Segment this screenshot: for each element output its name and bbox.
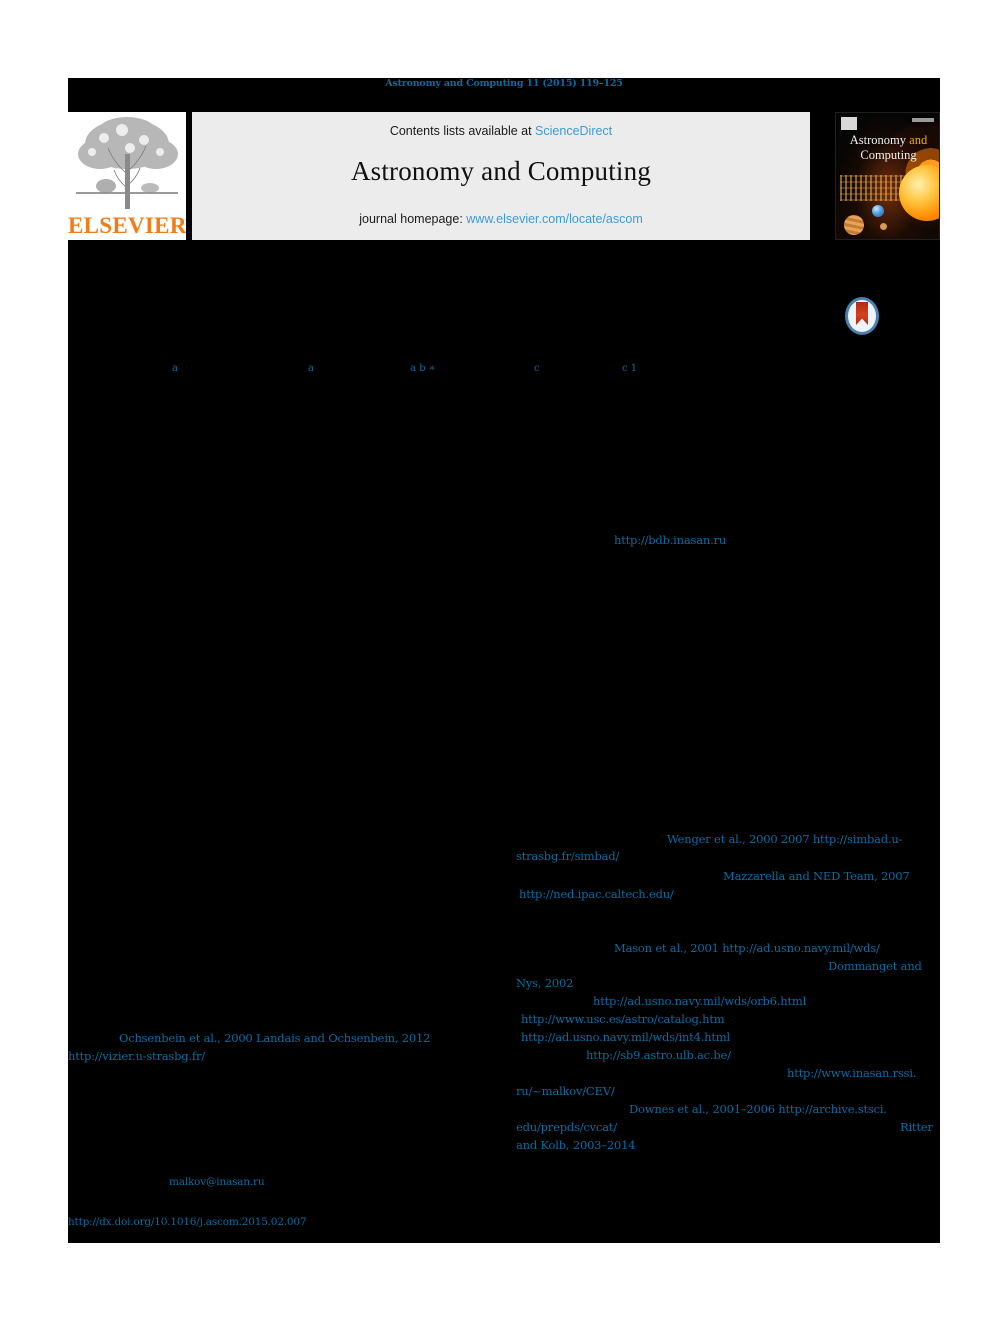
paper-page: Astronomy and Computing 11 (2015) 119–12… <box>0 0 992 1323</box>
reference-link-ochsenbein[interactable]: Ochsenbein et al., 2000 Landais and Ochs… <box>119 1031 430 1045</box>
reference-link-orb6[interactable]: http://ad.usno.navy.mil/wds/orb6.html <box>593 994 806 1008</box>
reference-link-mazzarella[interactable]: Mazzarella and NED Team, 2007 <box>723 869 910 883</box>
cover-title-part1: Astronomy <box>849 133 910 147</box>
affiliation-marker[interactable]: c 1 <box>622 362 637 376</box>
reference-link-inasan2[interactable]: ru/~malkov/CEV/ <box>516 1084 615 1098</box>
cover-title-part3: Computing <box>860 148 917 162</box>
reference-link-kolb[interactable]: and Kolb, 2003–2014 <box>516 1138 636 1152</box>
reference-link-vizier[interactable]: http://vizier.u-strasbg.fr/ <box>68 1049 205 1063</box>
reference-link-mason[interactable]: Mason et al., 2001 http://ad.usno.navy.m… <box>614 941 880 955</box>
reference-link-ritter[interactable]: Ritter <box>900 1120 933 1134</box>
contents-available-line: Contents lists available at ScienceDirec… <box>192 124 810 138</box>
reference-link-wenger[interactable]: Wenger et al., 2000 2007 http://simbad.u… <box>667 832 902 846</box>
reference-link-downes[interactable]: Downes et al., 2001–2006 http://archive.… <box>629 1102 887 1116</box>
reference-link-simbad2[interactable]: strasbg.fr/simbad/ <box>516 849 619 863</box>
affiliation-marker[interactable]: a <box>172 362 178 376</box>
reference-link-dommanget[interactable]: Dommanget and <box>828 959 922 973</box>
journal-homepage-line: journal homepage: www.elsevier.com/locat… <box>192 212 810 226</box>
contents-available-prefix: Contents lists available at <box>389 124 536 138</box>
cover-issn-bar <box>912 118 934 122</box>
reference-link-doi[interactable]: http://dx.doi.org/10.1016/j.ascom.2015.0… <box>68 1215 307 1229</box>
elsevier-wordmark: ELSEVIER <box>68 213 186 238</box>
cover-title-part2: and <box>909 133 928 147</box>
affiliation-marker[interactable]: a <box>308 362 314 376</box>
cover-elsevier-mark-icon <box>841 117 857 130</box>
crossmark-icon[interactable] <box>845 297 879 335</box>
cover-title: Astronomy and Computing <box>836 133 939 163</box>
journal-cover-thumbnail: Astronomy and Computing <box>835 112 940 240</box>
cover-moon-icon <box>880 223 887 230</box>
reference-link-bdb[interactable]: http://bdb.inasan.ru <box>614 533 726 547</box>
journal-homepage-link[interactable]: www.elsevier.com/locate/ascom <box>466 212 642 226</box>
reference-link-ned[interactable]: http://ned.ipac.caltech.edu/ <box>519 887 674 901</box>
cover-jupiter-icon <box>844 215 864 235</box>
cover-earth-icon <box>872 205 884 217</box>
elsevier-logo: ELSEVIER <box>68 112 186 240</box>
reference-link-email[interactable]: malkov@inasan.ru <box>169 1176 265 1189</box>
reference-link-sb9[interactable]: http://sb9.astro.ulb.ac.be/ <box>586 1048 731 1062</box>
journal-homepage-prefix: journal homepage: <box>359 212 467 226</box>
reference-link-int4[interactable]: http://ad.usno.navy.mil/wds/int4.html <box>521 1030 730 1044</box>
journal-title: Astronomy and Computing <box>350 156 652 186</box>
journal-masthead: ELSEVIER Contents lists available at Sci… <box>68 112 940 240</box>
sciencedirect-banner: Contents lists available at ScienceDirec… <box>192 112 810 240</box>
sciencedirect-link[interactable]: ScienceDirect <box>535 124 612 138</box>
affiliation-marker[interactable]: a b ∗ <box>410 362 436 376</box>
reference-link-nys[interactable]: Nys, 2002 <box>516 976 573 990</box>
affiliation-marker[interactable]: c <box>534 362 540 376</box>
elsevier-tree-icon <box>70 114 184 212</box>
running-head: Astronomy and Computing 11 (2015) 119–12… <box>385 78 623 89</box>
reference-link-inasan1[interactable]: http://www.inasan.rssi. <box>787 1066 916 1080</box>
reference-link-cvcat[interactable]: edu/prepds/cvcat/ <box>516 1120 617 1134</box>
reference-link-usc[interactable]: http://www.usc.es/astro/catalog.htm <box>521 1012 725 1026</box>
